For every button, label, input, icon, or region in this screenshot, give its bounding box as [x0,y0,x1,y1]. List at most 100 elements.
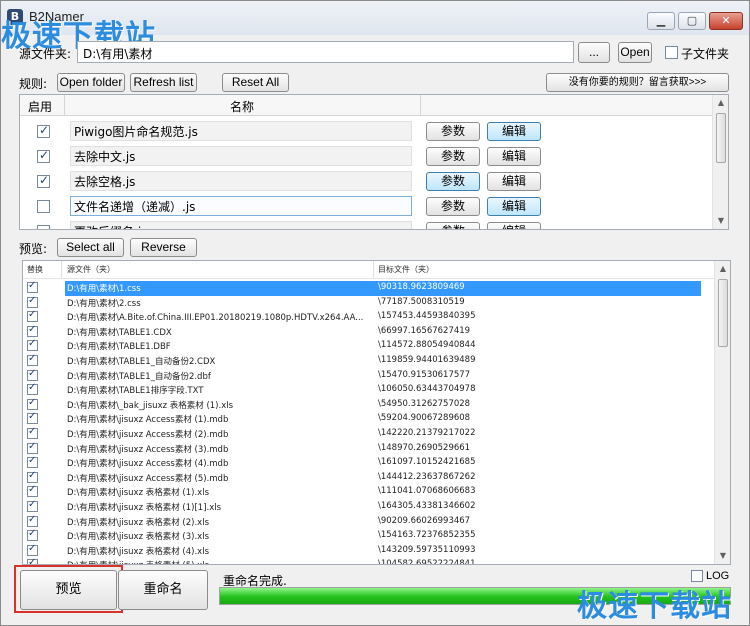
row-checkbox[interactable] [27,470,38,483]
preview-row[interactable]: D:\有用\素材\TABLE1.DBF \114572.88054940844 [23,338,716,354]
scroll-up-icon[interactable]: ▲ [713,95,728,111]
scroll-down-icon[interactable]: ▼ [715,548,730,564]
row-checkbox[interactable] [27,295,38,308]
select-all-button[interactable]: Select all [57,238,124,257]
rule-row: Piwigo图片命名规范.js 参数 编辑 [20,119,714,144]
preview-row[interactable]: D:\有用\素材\1.css \90318.9623809469 [23,280,716,296]
rules-header: 启用 名称 [20,95,714,116]
scroll-down-icon[interactable]: ▼ [713,213,728,229]
preview-row[interactable]: D:\有用\素材\jisuxz Access素材 (3).mdb \148970.… [23,441,716,457]
target-name: \106050.63443704978 [378,384,476,395]
row-checkbox[interactable] [27,528,38,542]
preview-row[interactable]: D:\有用\素材\A.Bite.of.China.III.EP01.201802… [23,309,716,325]
subfolder-label: 子文件夹 [681,47,730,61]
preview-row[interactable]: D:\有用\素材\jisuxz 表格素材 (1)[1].xls \164305.4… [23,499,716,515]
reset-all-button[interactable]: Reset All [222,73,289,92]
rule-params-button[interactable]: 参数 [426,122,480,141]
browse-button[interactable]: ... [578,42,610,63]
open-folder-button[interactable]: Open folder [57,73,125,92]
row-checkbox[interactable] [27,484,38,498]
app-window: B B2Namer ▁ ▢ ✕ 极速下载站 源文件夹: D:\有用\素材 ...… [0,0,750,626]
target-name: \148970.2690529661 [378,442,471,453]
highlight-frame [14,565,123,613]
rule-enable-checkbox[interactable] [37,200,50,213]
get-more-rules-button[interactable]: 没有你要的规则？留言获取>>> [546,73,729,92]
preview-row[interactable]: D:\有用\素材\jisuxz Access素材 (4).mdb \161097.… [23,455,716,471]
rules-scrollbar[interactable]: ▲ ▼ [712,95,728,229]
rename-button[interactable]: 重命名 [118,570,208,610]
target-name: \161097.10152421685 [378,457,476,468]
row-checkbox[interactable] [27,499,38,512]
rule-edit-button[interactable]: 编辑 [487,122,541,141]
row-checkbox[interactable] [27,426,38,439]
rule-edit-button[interactable]: 编辑 [487,147,541,166]
scroll-thumb[interactable] [716,113,726,163]
rule-params-button[interactable]: 参数 [426,172,480,191]
open-button[interactable]: Open [618,42,652,63]
rule-enable-checkbox[interactable] [37,148,50,163]
preview-row[interactable]: D:\有用\素材\_bak_jisuxz 表格素材 (1).xls \54950.… [23,397,716,413]
rule-row: 更改后缀名.js 参数 编辑 [20,219,714,229]
preview-row[interactable]: D:\有用\素材\TABLE1.CDX \66997.16567627419 [23,324,716,340]
row-checkbox[interactable] [27,543,38,556]
rules-label: 规则: [19,77,48,91]
row-checkbox[interactable] [27,411,38,425]
preview-row[interactable]: D:\有用\素材\jisuxz Access素材 (5).mdb \144412.… [23,470,716,486]
source-path: D:\有用\素材\jisuxz 表格素材 (3).xls [67,532,209,543]
reverse-button[interactable]: Reverse [130,238,197,257]
preview-row[interactable]: D:\有用\素材\jisuxz Access素材 (2).mdb \142220.… [23,426,716,442]
minimize-button[interactable]: ▁ [647,12,675,30]
row-checkbox[interactable] [27,382,38,396]
row-checkbox[interactable] [27,338,38,352]
refresh-list-button[interactable]: Refresh list [130,73,197,92]
maximize-button[interactable]: ▢ [678,12,706,30]
rule-row: 去除空格.js 参数 编辑 [20,169,714,194]
rule-params-button[interactable]: 参数 [426,147,480,166]
source-path: D:\有用\素材\jisuxz Access素材 (5).mdb [67,473,229,484]
row-checkbox[interactable] [27,309,38,323]
preview-header: 替换 源文件（夹） 目标文件（夹） [23,261,716,279]
target-name: \77187.5008310519 [378,296,465,307]
row-checkbox[interactable] [27,397,38,410]
row-checkbox[interactable] [27,441,38,454]
scroll-up-icon[interactable]: ▲ [715,261,730,277]
preview-scrollbar[interactable]: ▲ ▼ [714,261,730,564]
preview-row[interactable]: D:\有用\素材\jisuxz 表格素材 (4).xls \143209.5973… [23,543,716,559]
rule-row: 文件名递增（递减）.js 参数 编辑 [20,194,714,219]
rule-params-button[interactable]: 参数 [426,197,480,216]
source-path: D:\有用\素材\jisuxz 表格素材 (1)[1].xls [67,503,222,513]
rule-enable-checkbox[interactable] [37,225,50,229]
row-checkbox[interactable] [27,280,38,293]
rule-params-button[interactable]: 参数 [426,222,480,229]
row-checkbox[interactable] [27,455,38,469]
scroll-thumb[interactable] [718,279,728,347]
row-checkbox[interactable] [27,353,38,366]
preview-row[interactable]: D:\有用\素材\jisuxz Access素材 (1).mdb \59204.9… [23,411,716,427]
source-path: D:\有用\素材\_bak_jisuxz 表格素材 (1).xls [67,400,234,411]
preview-row[interactable]: D:\有用\素材\TABLE1_自动备份2.dbf \15470.91530617… [23,368,716,384]
rule-name: 更改后缀名.js [70,221,412,229]
preview-row[interactable]: D:\有用\素材\TABLE1排序字段.TXT \106050.634437049… [23,382,716,398]
preview-row[interactable]: D:\有用\素材\jisuxz 表格素材 (5).xls\104582.6952… [23,557,716,564]
rule-edit-button[interactable]: 编辑 [487,222,541,229]
folder-path-input[interactable]: D:\有用\素材 [77,41,574,63]
preview-row[interactable]: D:\有用\素材\jisuxz 表格素材 (1).xls \111041.0706… [23,484,716,500]
preview-row[interactable]: D:\有用\素材\TABLE1_自动备份2.CDX \119859.9440163… [23,353,716,369]
row-checkbox[interactable] [27,514,38,527]
rule-edit-button[interactable]: 编辑 [487,172,541,191]
rule-enable-checkbox[interactable] [37,123,50,138]
subfolder-checkbox[interactable] [665,46,678,59]
rule-enable-checkbox[interactable] [37,173,50,188]
target-name: \119859.94401639489 [378,355,476,365]
preview-row[interactable]: D:\有用\素材\2.css \77187.5008310519 [23,295,716,311]
row-checkbox[interactable] [27,324,38,337]
col-source-header: 源文件（夹） [67,265,115,274]
close-button[interactable]: ✕ [709,12,743,30]
rule-row: 去除中文.js 参数 编辑 [20,144,714,169]
preview-row[interactable]: D:\有用\素材\jisuxz 表格素材 (3).xls \154163.7237… [23,528,716,544]
folder-label: 源文件夹: [19,47,72,61]
row-checkbox[interactable] [27,368,38,381]
preview-row[interactable]: D:\有用\素材\jisuxz 表格素材 (2).xls \90209.66026… [23,514,716,530]
target-name: \157453.44593840395 [378,311,476,322]
rule-edit-button[interactable]: 编辑 [487,197,541,216]
